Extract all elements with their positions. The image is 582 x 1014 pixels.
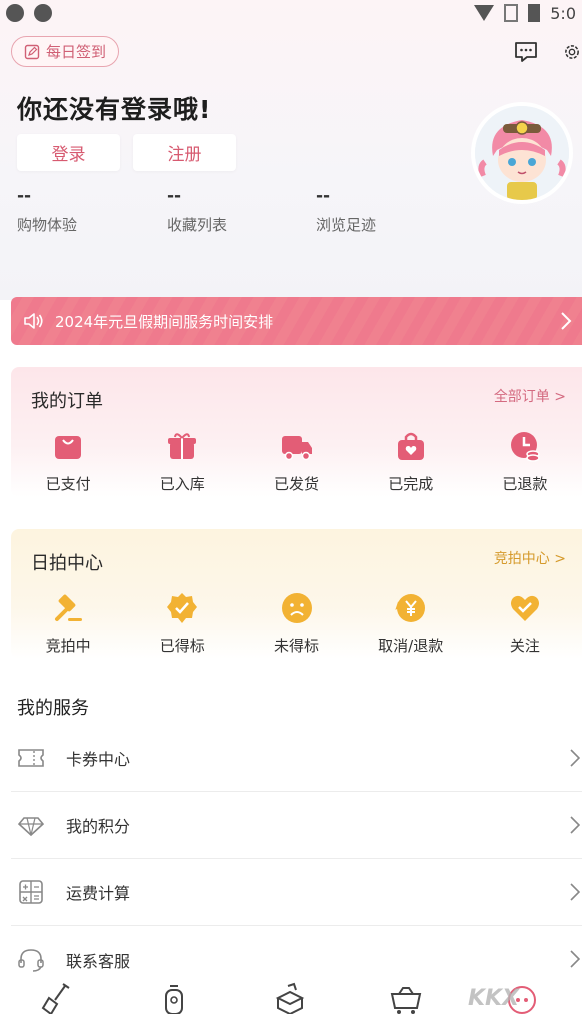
chevron-right-icon bbox=[570, 815, 581, 839]
auction-status-cancelled[interactable]: 取消/退款 bbox=[354, 591, 468, 656]
order-status-label: 已退款 bbox=[502, 475, 548, 493]
lantern-icon bbox=[165, 985, 183, 1014]
auction-status-label: 取消/退款 bbox=[378, 637, 444, 655]
tab-cart[interactable] bbox=[348, 982, 464, 1014]
auction-status-lost[interactable]: 未得标 bbox=[239, 591, 353, 656]
stat-browsing-history[interactable]: -- 浏览足迹 bbox=[316, 186, 376, 235]
gear-icon bbox=[565, 45, 579, 59]
auction-card: 日拍中心 竞拍中心 > 竞拍中 已得标 未得标 取消/退款 关注 bbox=[11, 529, 582, 659]
page-title: 你还没有登录哦! bbox=[17, 95, 212, 124]
speaker-icon bbox=[23, 312, 45, 330]
refund-icon bbox=[508, 429, 542, 463]
register-button[interactable]: 注册 bbox=[133, 134, 236, 171]
heart-bag-icon bbox=[394, 429, 428, 463]
avatar-character-image bbox=[475, 106, 569, 200]
watermark-logo: KKX bbox=[468, 986, 520, 1011]
stat-shopping-experience[interactable]: -- 购物体验 bbox=[17, 186, 77, 235]
chevron-right-icon bbox=[570, 882, 581, 906]
order-status-completed[interactable]: 已完成 bbox=[354, 429, 468, 494]
auction-status-label: 关注 bbox=[509, 637, 540, 655]
stat-value: -- bbox=[167, 186, 182, 206]
box-icon bbox=[275, 982, 305, 1014]
badge-check-icon bbox=[165, 591, 199, 625]
sad-face-icon bbox=[280, 591, 314, 625]
services-title: 我的服务 bbox=[17, 698, 89, 719]
tab-discover[interactable] bbox=[116, 982, 232, 1014]
clock: 5:0 bbox=[550, 3, 576, 23]
checkin-label: 每日签到 bbox=[46, 43, 107, 61]
avatar[interactable] bbox=[471, 102, 573, 204]
wifi-icon bbox=[474, 5, 495, 21]
service-label: 卡券中心 bbox=[66, 750, 131, 769]
service-shipping-calculator[interactable]: 运费计算 bbox=[11, 859, 582, 926]
ticket-icon bbox=[16, 743, 46, 773]
stat-value: -- bbox=[17, 186, 32, 206]
auction-center-link[interactable]: 竞拍中心 > bbox=[494, 548, 566, 568]
notification-icon bbox=[34, 4, 52, 22]
gavel-icon bbox=[51, 591, 85, 625]
notice-banner[interactable]: 2024年元旦假期间服务时间安排 bbox=[11, 297, 582, 345]
service-label: 运费计算 bbox=[66, 884, 131, 903]
bottom-tab-bar: KKX bbox=[0, 982, 582, 1014]
chevron-right-icon bbox=[570, 949, 581, 973]
calculator-icon bbox=[16, 877, 46, 907]
status-bar: 5:0 bbox=[0, 0, 582, 26]
order-status-label: 已支付 bbox=[45, 475, 91, 493]
headset-icon bbox=[16, 945, 46, 975]
tab-category[interactable] bbox=[232, 982, 348, 1014]
auction-status-label: 已得标 bbox=[159, 637, 205, 655]
order-status-shipped[interactable]: 已发货 bbox=[239, 429, 353, 494]
service-label: 我的积分 bbox=[66, 817, 131, 836]
order-status-label: 已发货 bbox=[274, 475, 320, 493]
cart-icon bbox=[390, 987, 422, 1014]
edit-icon bbox=[24, 44, 40, 59]
service-points[interactable]: 我的积分 bbox=[11, 792, 582, 859]
tab-home[interactable] bbox=[0, 982, 116, 1014]
bag-icon bbox=[51, 429, 85, 463]
order-status-label: 已入库 bbox=[159, 475, 205, 493]
chevron-right-icon bbox=[570, 748, 581, 772]
battery-icon bbox=[528, 4, 541, 22]
service-coupon-center[interactable]: 卡券中心 bbox=[11, 725, 582, 792]
order-status-label: 已完成 bbox=[388, 475, 434, 493]
gift-icon bbox=[165, 429, 199, 463]
chevron-right-icon bbox=[560, 311, 572, 335]
checkin-button[interactable]: 每日签到 bbox=[11, 36, 120, 67]
truck-icon bbox=[280, 429, 314, 463]
stat-label: 收藏列表 bbox=[167, 216, 228, 234]
auction-status-following[interactable]: 关注 bbox=[468, 591, 582, 656]
all-orders-link[interactable]: 全部订单 > bbox=[494, 386, 566, 406]
chat-icon bbox=[515, 42, 537, 62]
message-button[interactable] bbox=[512, 38, 540, 66]
order-status-paid[interactable]: 已支付 bbox=[11, 429, 125, 494]
tab-profile[interactable]: KKX bbox=[464, 982, 580, 1014]
auction-status-bidding[interactable]: 竞拍中 bbox=[11, 591, 125, 656]
shovel-icon bbox=[41, 983, 70, 1014]
order-status-refunded[interactable]: 已退款 bbox=[468, 429, 582, 494]
notice-text: 2024年元旦假期间服务时间安排 bbox=[55, 312, 274, 331]
auction-status-won[interactable]: 已得标 bbox=[125, 591, 239, 656]
auction-status-label: 竞拍中 bbox=[45, 637, 91, 655]
stat-favorites[interactable]: -- 收藏列表 bbox=[167, 186, 227, 235]
order-status-stored[interactable]: 已入库 bbox=[125, 429, 239, 494]
yen-refund-icon bbox=[394, 591, 428, 625]
service-label: 联系客服 bbox=[66, 951, 131, 971]
auction-status-label: 未得标 bbox=[274, 637, 320, 655]
stat-value: -- bbox=[316, 186, 331, 206]
notification-icon bbox=[6, 4, 24, 22]
no-sim-icon bbox=[504, 4, 519, 22]
stat-label: 浏览足迹 bbox=[316, 216, 377, 234]
diamond-icon bbox=[16, 810, 46, 840]
heart-check-icon bbox=[508, 591, 542, 625]
orders-title: 我的订单 bbox=[31, 391, 103, 412]
stat-label: 购物体验 bbox=[17, 216, 78, 234]
login-button[interactable]: 登录 bbox=[17, 134, 120, 171]
orders-card: 我的订单 全部订单 > 已支付 已入库 已发货 已完成 已退款 bbox=[11, 367, 582, 497]
auction-title: 日拍中心 bbox=[31, 553, 103, 574]
settings-button[interactable] bbox=[562, 38, 582, 66]
